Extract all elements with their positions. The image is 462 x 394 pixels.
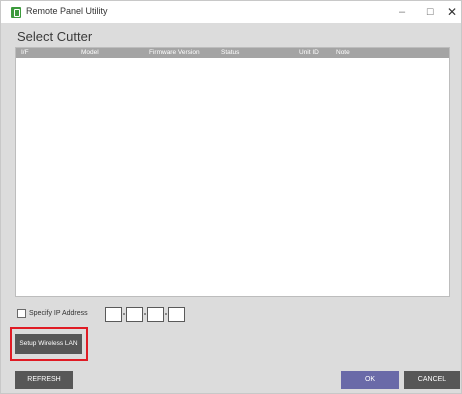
cancel-button[interactable]: CANCEL bbox=[404, 371, 460, 389]
column-header-status[interactable]: Status bbox=[221, 48, 239, 58]
minimize-button[interactable]: – bbox=[391, 3, 413, 21]
table-header: I/F Model Firmware Version Status Unit I… bbox=[16, 48, 449, 58]
ok-button[interactable]: OK bbox=[341, 371, 399, 389]
column-header-unit-id[interactable]: Unit ID bbox=[299, 48, 319, 58]
title-bar: Remote Panel Utility – ☐ ✕ bbox=[1, 1, 461, 23]
ip-octet-4-input[interactable] bbox=[168, 307, 185, 322]
ip-octet-1-input[interactable] bbox=[105, 307, 122, 322]
column-header-model[interactable]: Model bbox=[81, 48, 99, 58]
specify-ip-checkbox[interactable] bbox=[17, 309, 26, 318]
window-title: Remote Panel Utility bbox=[26, 6, 108, 16]
column-header-note[interactable]: Note bbox=[336, 48, 350, 58]
section-title: Select Cutter bbox=[17, 29, 93, 44]
setup-wireless-lan-button[interactable]: Setup Wireless LAN bbox=[15, 334, 82, 354]
close-button[interactable]: ✕ bbox=[441, 3, 462, 21]
ip-octet-2-input[interactable] bbox=[126, 307, 143, 322]
app-icon bbox=[11, 7, 21, 18]
maximize-button[interactable]: ☐ bbox=[419, 3, 441, 21]
refresh-button[interactable]: REFRESH bbox=[15, 371, 73, 389]
specify-ip-label: Specify IP Address bbox=[29, 310, 88, 317]
column-header-if[interactable]: I/F bbox=[21, 48, 29, 58]
ip-separator-dot bbox=[144, 313, 146, 315]
column-header-firmware-version[interactable]: Firmware Version bbox=[149, 48, 200, 58]
ip-separator-dot bbox=[165, 313, 167, 315]
remote-panel-utility-window: Remote Panel Utility – ☐ ✕ Select Cutter… bbox=[0, 0, 462, 394]
ip-octet-3-input[interactable] bbox=[147, 307, 164, 322]
cutter-table[interactable]: I/F Model Firmware Version Status Unit I… bbox=[15, 47, 450, 297]
ip-separator-dot bbox=[123, 313, 125, 315]
